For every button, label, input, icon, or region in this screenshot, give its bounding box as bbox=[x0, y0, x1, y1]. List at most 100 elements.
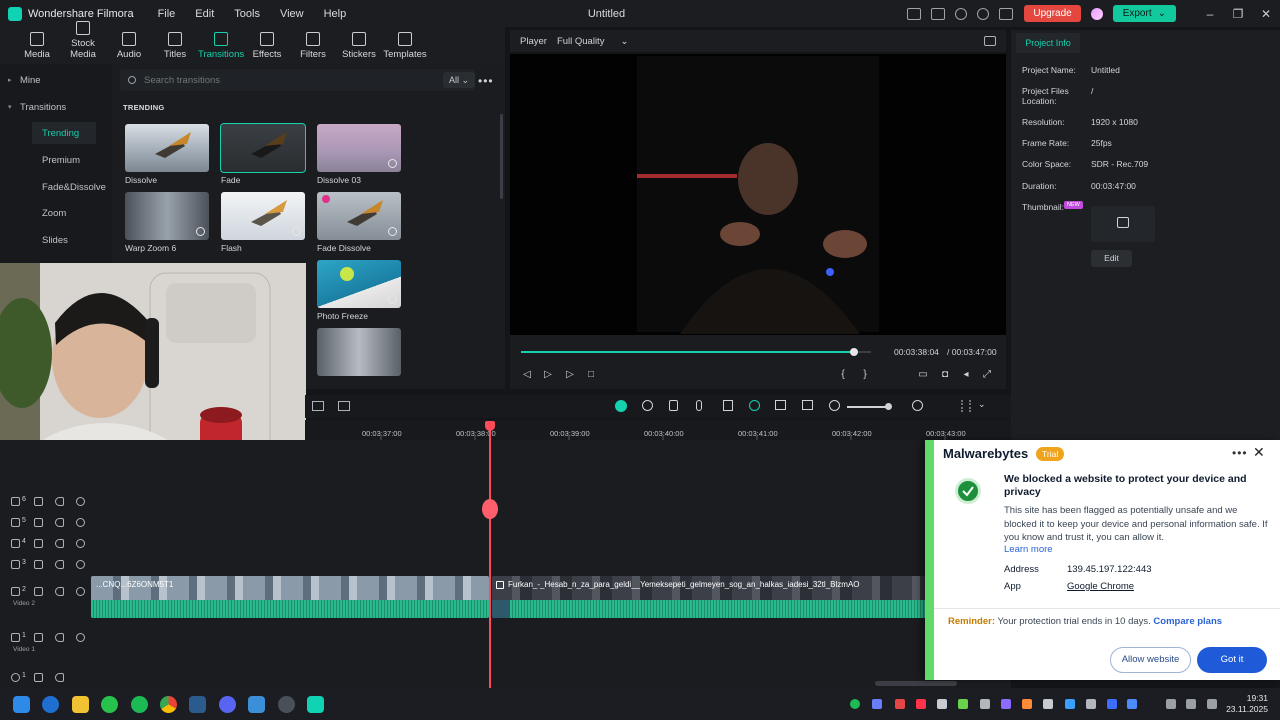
ai-audio-icon[interactable] bbox=[723, 400, 733, 411]
tray-app-icon[interactable] bbox=[1001, 699, 1011, 709]
timeline-split-icon[interactable] bbox=[338, 401, 350, 411]
playhead-handle[interactable] bbox=[485, 421, 495, 431]
nav-mine[interactable]: ▸ Mine bbox=[8, 69, 108, 91]
toolbar-audio[interactable]: Audio bbox=[106, 32, 152, 60]
battery-icon[interactable] bbox=[1207, 699, 1217, 709]
toolbar-stickers[interactable]: Stickers bbox=[336, 32, 382, 60]
auto-ripple-icon[interactable] bbox=[615, 400, 627, 412]
clock[interactable]: 19:31 23.11.2025 bbox=[1226, 693, 1268, 715]
folder-icon[interactable] bbox=[34, 587, 43, 596]
filter-dropdown[interactable]: All ⌄ bbox=[443, 72, 475, 88]
tray-record-icon[interactable] bbox=[916, 699, 926, 709]
more-options-icon[interactable]: ••• bbox=[1232, 446, 1248, 460]
marker-icon[interactable] bbox=[669, 400, 678, 411]
file-explorer-icon[interactable] bbox=[72, 696, 89, 713]
playhead-line[interactable] bbox=[489, 423, 491, 688]
transition-thumb-dissolve[interactable] bbox=[125, 124, 209, 172]
toolbar-effects[interactable]: Effects bbox=[244, 32, 290, 60]
video-clip-right[interactable]: Furkan_-_Hesab_n_za_para_geldi__Yemeksep… bbox=[492, 576, 928, 618]
minimize-icon[interactable]: – bbox=[1196, 7, 1224, 21]
toolbar-titles[interactable]: Titles bbox=[152, 32, 198, 60]
tray-app-icon[interactable] bbox=[1107, 699, 1117, 709]
allow-website-button[interactable]: Allow website bbox=[1110, 647, 1191, 673]
transition-thumb-warp-zoom-6[interactable] bbox=[125, 192, 209, 240]
folder-icon[interactable] bbox=[34, 633, 43, 642]
camera-icon[interactable]: ◘ bbox=[940, 370, 950, 380]
menu-tools[interactable]: Tools bbox=[224, 8, 270, 20]
mark-in-icon[interactable]: { bbox=[838, 370, 848, 380]
export-button[interactable]: Export ⌄ bbox=[1112, 5, 1176, 22]
chrome-icon[interactable] bbox=[160, 696, 177, 713]
folder-icon[interactable] bbox=[34, 497, 43, 506]
transition-thumb-flash[interactable] bbox=[221, 192, 305, 240]
network-icon[interactable] bbox=[1166, 699, 1176, 709]
speaker-icon[interactable] bbox=[55, 539, 64, 548]
panel-scrollbar[interactable] bbox=[500, 114, 503, 199]
play-icon[interactable]: ▷ bbox=[565, 370, 575, 380]
compare-plans-link[interactable]: Compare plans bbox=[1153, 616, 1222, 627]
edit-thumbnail-button[interactable]: Edit bbox=[1091, 250, 1132, 267]
tray-spotify-icon[interactable] bbox=[850, 699, 860, 709]
folder-icon[interactable] bbox=[34, 539, 43, 548]
speaker-icon[interactable] bbox=[55, 673, 64, 682]
tray-headset-icon[interactable] bbox=[1043, 699, 1053, 709]
toolbar-transitions[interactable]: Transitions bbox=[198, 32, 244, 60]
whatsapp-icon[interactable] bbox=[101, 696, 118, 713]
eye-icon[interactable] bbox=[76, 539, 85, 548]
folder-icon[interactable] bbox=[34, 673, 43, 682]
thumbnail-box[interactable] bbox=[1091, 206, 1155, 242]
transition-thumb-fade[interactable] bbox=[220, 123, 306, 173]
stop-icon[interactable]: □ bbox=[586, 370, 596, 380]
progress-handle[interactable] bbox=[849, 348, 858, 356]
photos-icon[interactable] bbox=[248, 696, 265, 713]
speed-icon[interactable] bbox=[642, 400, 653, 411]
obs-icon[interactable] bbox=[278, 696, 295, 713]
quality-dropdown[interactable]: Full Quality bbox=[557, 36, 605, 47]
zoom-out-icon[interactable] bbox=[829, 400, 840, 411]
eye-icon[interactable] bbox=[76, 518, 85, 527]
filmora-taskbar-icon[interactable] bbox=[307, 696, 324, 713]
maximize-icon[interactable]: ❐ bbox=[1224, 7, 1252, 21]
toolbar-stock-media[interactable]: Stock Media bbox=[60, 21, 106, 60]
toolbar-media[interactable]: Media bbox=[14, 32, 60, 60]
speaker-icon[interactable] bbox=[55, 587, 64, 596]
tray-app-icon[interactable] bbox=[895, 699, 905, 709]
video-clip-left[interactable]: ...CNQ...6Z6ONM5T1 bbox=[91, 576, 489, 618]
speaker-icon[interactable] bbox=[55, 560, 64, 569]
speaker-icon[interactable] bbox=[55, 497, 64, 506]
play-from-start-icon[interactable]: ▷ bbox=[543, 370, 553, 380]
folder-icon[interactable] bbox=[34, 518, 43, 527]
volume-icon[interactable]: ◂ bbox=[961, 370, 971, 380]
avatar[interactable] bbox=[1090, 7, 1103, 20]
close-icon[interactable]: ✕ bbox=[1253, 444, 1265, 461]
menu-view[interactable]: View bbox=[270, 8, 314, 20]
transition-thumb-photo-freeze[interactable] bbox=[317, 260, 401, 308]
discord-icon[interactable] bbox=[219, 696, 236, 713]
transition-thumb-partial[interactable] bbox=[317, 328, 401, 376]
playback-progress[interactable] bbox=[521, 348, 871, 356]
folder-icon[interactable] bbox=[34, 560, 43, 569]
toolbar-templates[interactable]: Templates bbox=[382, 32, 428, 60]
fullscreen-icon[interactable]: ⤢ bbox=[982, 370, 992, 380]
more-options-icon[interactable]: ••• bbox=[478, 74, 494, 88]
timeline-grid-icon[interactable] bbox=[961, 400, 971, 412]
upgrade-button[interactable]: Upgrade bbox=[1024, 5, 1081, 22]
transition-thumb-fade-dissolve[interactable] bbox=[317, 192, 401, 240]
mark-out-icon[interactable]: } bbox=[860, 370, 870, 380]
menu-edit[interactable]: Edit bbox=[185, 8, 224, 20]
zoom-in-icon[interactable] bbox=[912, 400, 923, 411]
outlook-icon[interactable] bbox=[42, 696, 59, 713]
toolbar-filters[interactable]: Filters bbox=[290, 32, 336, 60]
tray-app-icon[interactable] bbox=[937, 699, 947, 709]
screen-icon[interactable] bbox=[931, 7, 946, 20]
menu-help[interactable]: Help bbox=[314, 8, 357, 20]
nav-transitions[interactable]: ▾ Transitions bbox=[8, 96, 108, 118]
speaker-icon[interactable] bbox=[55, 633, 64, 642]
search-input[interactable] bbox=[144, 74, 424, 86]
close-icon[interactable]: ✕ bbox=[1252, 7, 1280, 21]
eye-icon[interactable] bbox=[76, 560, 85, 569]
tab-project-info[interactable]: Project Info bbox=[1016, 33, 1080, 53]
eye-icon[interactable] bbox=[76, 633, 85, 642]
got-it-button[interactable]: Got it bbox=[1197, 647, 1267, 673]
speaker-icon[interactable] bbox=[55, 518, 64, 527]
